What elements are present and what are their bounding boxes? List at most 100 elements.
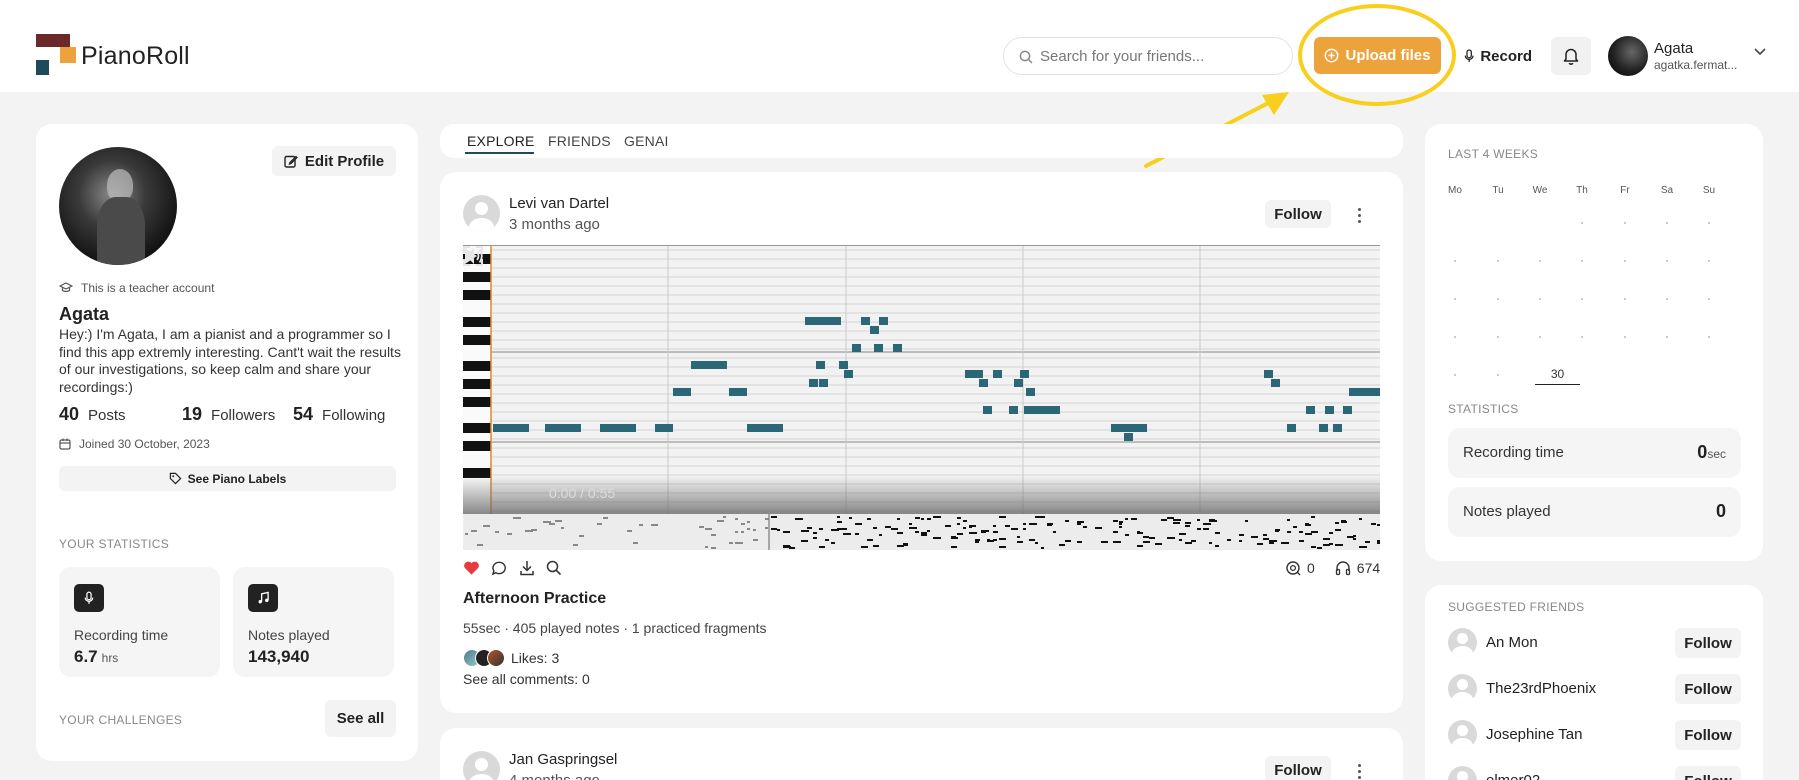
user-email: agatka.fermat... [1654, 58, 1738, 72]
calendar-day-cell[interactable] [1708, 298, 1710, 300]
tab-friends[interactable]: FRIENDS [548, 133, 611, 149]
friend-name[interactable]: An Mon [1486, 634, 1538, 651]
calendar-day-cell[interactable] [1454, 260, 1456, 262]
notifications-button[interactable] [1551, 37, 1591, 75]
search-input[interactable] [1040, 38, 1280, 74]
teacher-account-note: This is a teacher account [59, 281, 214, 295]
calendar-day-cell[interactable] [1666, 298, 1668, 300]
edit-icon [284, 155, 298, 168]
calendar-day-cell[interactable] [1497, 336, 1499, 338]
suggested-friend-row: The23rdPhoenix Follow [1448, 674, 1741, 704]
microphone-icon [1464, 49, 1474, 63]
post-author-avatar[interactable] [463, 195, 500, 232]
tab-explore[interactable]: EXPLORE [467, 133, 535, 149]
calendar-day-cell[interactable] [1624, 298, 1626, 300]
post-author-avatar[interactable] [463, 751, 500, 780]
follow-button[interactable]: Follow [1675, 766, 1741, 780]
top-bar: PianoRoll Upload files Record Agata agat… [0, 0, 1799, 168]
fullscreen-icon[interactable] [463, 246, 483, 266]
calendar-day-header: Tu [1492, 185, 1504, 196]
calendar-day-cell[interactable] [1539, 336, 1541, 338]
brand-name[interactable]: PianoRoll [81, 42, 190, 71]
your-challenges-title: YOUR CHALLENGES [59, 713, 183, 727]
calendar-day-cell[interactable] [1666, 260, 1668, 262]
friend-name[interactable]: The23rdPhoenix [1486, 680, 1596, 697]
user-name[interactable]: Agata [1654, 40, 1693, 57]
more-options-icon[interactable] [1358, 764, 1362, 780]
active-tab-indicator [465, 152, 534, 154]
calendar-day-cell[interactable] [1624, 260, 1626, 262]
calendar-today[interactable]: 30 [1535, 367, 1580, 385]
suggested-friend-row: elmer02 Follow [1448, 766, 1741, 780]
record-button[interactable]: Record [1458, 40, 1532, 72]
more-options-icon[interactable] [1358, 208, 1362, 226]
profile-card: Edit Profile This is a teacher account A… [36, 124, 418, 761]
calendar-day-cell[interactable] [1708, 260, 1710, 262]
friend-avatar[interactable] [1448, 766, 1477, 780]
upload-files-label: Upload files [1345, 47, 1431, 64]
liker-avatar [487, 649, 505, 667]
profile-name: Agata [59, 304, 110, 324]
see-all-comments-link[interactable]: See all comments: 0 [463, 671, 590, 687]
calendar-day-cell[interactable] [1666, 336, 1668, 338]
post-title[interactable]: Afternoon Practice [463, 590, 606, 608]
friend-avatar[interactable] [1448, 628, 1477, 657]
chevron-down-icon[interactable] [1754, 48, 1766, 56]
upload-files-button[interactable]: Upload files [1314, 37, 1441, 74]
calendar-day-cell[interactable] [1539, 260, 1541, 262]
follow-button[interactable]: Follow [1265, 756, 1331, 780]
calendar-day-cell[interactable] [1581, 336, 1583, 338]
post-author-name[interactable]: Jan Gaspringsel [509, 751, 617, 768]
heart-icon[interactable] [463, 560, 480, 576]
pianoroll-logo[interactable] [36, 34, 76, 76]
following-stat[interactable]: 54 Following [293, 404, 385, 425]
calendar-day-cell[interactable] [1454, 374, 1456, 376]
post-author-name[interactable]: Levi van Dartel [509, 195, 609, 212]
post-actions [463, 560, 562, 576]
calendar-day-cell[interactable] [1581, 222, 1583, 224]
playback-time: 0:00 / 0:55 [549, 485, 616, 501]
follow-button[interactable]: Follow [1675, 628, 1741, 658]
follow-button[interactable]: Follow [1675, 674, 1741, 704]
calendar-day-cell[interactable] [1497, 374, 1499, 376]
post-time: 4 months ago [509, 772, 600, 780]
edit-profile-button[interactable]: Edit Profile [272, 146, 396, 176]
calendar-day-cell[interactable] [1581, 260, 1583, 262]
calendar-day-cell[interactable] [1454, 336, 1456, 338]
friend-name[interactable]: Josephine Tan [1486, 726, 1582, 743]
follow-button[interactable]: Follow [1265, 200, 1331, 228]
search-icon[interactable] [546, 560, 562, 576]
likes-count: Likes: 3 [511, 650, 560, 666]
followers-stat[interactable]: 19 Followers [182, 404, 275, 425]
calendar-day-cell[interactable] [1666, 222, 1668, 224]
friend-avatar[interactable] [1448, 674, 1477, 703]
calendar-day-cell[interactable] [1497, 260, 1499, 262]
friend-search[interactable] [1003, 37, 1293, 75]
piano-roll-player[interactable]: 0:00 / 0:55 [463, 245, 1380, 550]
last-4-weeks-title: LAST 4 WEEKS [1448, 147, 1539, 161]
download-icon[interactable] [519, 560, 535, 576]
headphones-icon [1335, 561, 1350, 576]
tab-genai[interactable]: GENAI [624, 133, 669, 149]
see-piano-labels-button[interactable]: See Piano Labels [59, 466, 396, 491]
calendar-day-cell[interactable] [1581, 298, 1583, 300]
friend-name[interactable]: elmer02 [1486, 772, 1540, 780]
bell-icon [1563, 48, 1579, 65]
calendar-day-cell[interactable] [1497, 298, 1499, 300]
suggested-friend-row: Josephine Tan Follow [1448, 720, 1741, 750]
comment-icon[interactable] [491, 560, 508, 576]
calendar-day-cell[interactable] [1624, 336, 1626, 338]
likes-row[interactable]: Likes: 3 [463, 649, 559, 667]
friend-avatar[interactable] [1448, 720, 1477, 749]
see-all-challenges-button[interactable]: See all [325, 700, 396, 737]
posts-stat[interactable]: 40 Posts [59, 404, 126, 425]
user-avatar[interactable] [1608, 36, 1648, 76]
calendar-day-cell[interactable] [1708, 336, 1710, 338]
calendar-day-cell[interactable] [1624, 222, 1626, 224]
calendar-day-cell[interactable] [1708, 222, 1710, 224]
graduation-cap-icon [59, 282, 73, 293]
calendar-day-header: Mo [1448, 185, 1462, 196]
calendar-day-cell[interactable] [1454, 298, 1456, 300]
calendar-day-cell[interactable] [1539, 298, 1541, 300]
follow-button[interactable]: Follow [1675, 720, 1741, 750]
